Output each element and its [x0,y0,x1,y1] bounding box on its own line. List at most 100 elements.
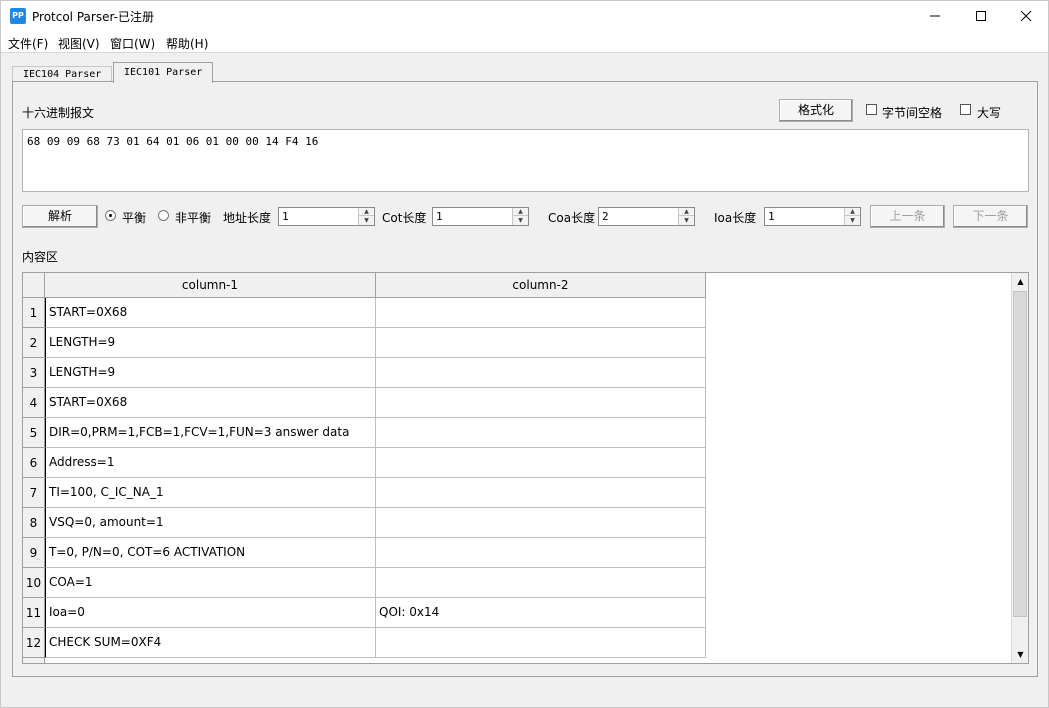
close-icon [1020,10,1032,22]
table-cell-column-2[interactable]: QOI: 0x14 [376,598,706,628]
scroll-down-icon[interactable]: ▼ [1012,646,1028,663]
app-window: PP Protcol Parser-已注册 文件(F) 视图(V) 窗口(W) … [0,0,1049,708]
menu-help[interactable]: 帮助(H) [166,35,208,52]
table-cell-column-1[interactable]: START=0X68 [45,388,376,418]
ioa-len-label: Ioa长度 [714,211,757,225]
coa-len-label: Coa长度 [548,211,596,225]
close-button[interactable] [1003,1,1049,31]
coa-len-spin-buttons: ▲ ▼ [678,208,694,225]
minimize-button[interactable] [912,1,958,31]
table-cell-column-1[interactable]: START=0X68 [45,298,376,328]
vertical-scrollbar[interactable]: ▲ ▼ [1011,273,1028,663]
row-header[interactable]: 4 [23,388,45,418]
row-header[interactable]: 5 [23,418,45,448]
menu-file[interactable]: 文件(F) [8,35,48,52]
row-header[interactable]: 6 [23,448,45,478]
row-header[interactable]: 11 [23,598,45,628]
table-corner [23,273,45,298]
hex-section-label: 十六进制报文 [22,106,95,120]
scroll-up-icon[interactable]: ▲ [1012,273,1028,290]
table-cell-column-1[interactable]: LENGTH=9 [45,358,376,388]
table-cell-column-2[interactable] [376,538,706,568]
column-header-1[interactable]: column-1 [45,273,376,298]
coa-len-value: 2 [602,210,609,223]
content-section-label: 内容区 [22,250,59,264]
table-cell-column-2[interactable] [376,568,706,598]
row-header[interactable]: 3 [23,358,45,388]
uppercase-label: 大写 [977,106,1002,120]
ioa-len-value: 1 [768,210,775,223]
cot-len-up-icon[interactable]: ▲ [513,208,528,216]
unbalanced-label: 非平衡 [175,211,212,225]
hex-message-input[interactable]: 68 09 09 68 73 01 64 01 06 01 00 00 14 F… [22,129,1029,192]
addr-len-spinbox[interactable]: 1 ▲ ▼ [278,207,375,226]
addr-len-down-icon[interactable]: ▼ [359,216,374,224]
title-bar: PP Protcol Parser-已注册 [1,1,1048,31]
ioa-len-spinbox[interactable]: 1 ▲ ▼ [764,207,861,226]
addr-len-up-icon[interactable]: ▲ [359,208,374,216]
format-button[interactable]: 格式化 [779,99,853,122]
tab-iec101-parser[interactable]: IEC101 Parser [113,62,214,83]
row-header[interactable]: 10 [23,568,45,598]
cot-len-down-icon[interactable]: ▼ [513,216,528,224]
table-cell-column-2[interactable] [376,388,706,418]
minimize-icon [930,15,940,17]
table-cell-column-2[interactable] [376,448,706,478]
table-cell-column-2[interactable] [376,628,706,658]
row-header[interactable]: 12 [23,628,45,658]
balanced-label: 平衡 [122,211,147,225]
row-header[interactable]: 8 [23,508,45,538]
addr-len-spin-buttons: ▲ ▼ [358,208,374,225]
menu-view[interactable]: 视图(V) [58,35,100,52]
table-cell-column-2[interactable] [376,358,706,388]
maximize-icon [976,11,986,21]
column-header-2[interactable]: column-2 [376,273,706,298]
ioa-len-down-icon[interactable]: ▼ [845,216,860,224]
row-header-partial [23,658,45,663]
cot-len-label: Cot长度 [382,211,427,225]
table-cell-column-1[interactable]: Address=1 [45,448,376,478]
row-header[interactable]: 1 [23,298,45,328]
table-cell-column-1[interactable]: Ioa=0 [45,598,376,628]
row-header[interactable]: 9 [23,538,45,568]
ioa-len-spin-buttons: ▲ ▼ [844,208,860,225]
table-cell-column-1[interactable]: T=0, P/N=0, COT=6 ACTIVATION [45,538,376,568]
table-cell-column-1[interactable]: TI=100, C_IC_NA_1 [45,478,376,508]
table-cell-column-1[interactable]: CHECK SUM=0XF4 [45,628,376,658]
parse-button[interactable]: 解析 [22,205,98,228]
table-cell-column-2[interactable] [376,328,706,358]
row-header[interactable]: 7 [23,478,45,508]
app-logo-icon: PP [10,8,26,24]
byte-space-checkbox[interactable] [866,104,877,115]
cot-len-value: 1 [436,210,443,223]
addr-len-label: 地址长度 [223,211,272,225]
scroll-thumb[interactable] [1013,291,1027,617]
next-button[interactable]: 下一条 [953,205,1028,228]
coa-len-spinbox[interactable]: 2 ▲ ▼ [598,207,695,226]
table-cell-column-2[interactable] [376,478,706,508]
table-cell-column-1[interactable]: LENGTH=9 [45,328,376,358]
cot-len-spin-buttons: ▲ ▼ [512,208,528,225]
table-cell-column-2[interactable] [376,298,706,328]
menu-window[interactable]: 窗口(W) [110,35,155,52]
addr-len-value: 1 [282,210,289,223]
balanced-radio[interactable] [105,210,116,221]
ioa-len-up-icon[interactable]: ▲ [845,208,860,216]
menu-bar: 文件(F) 视图(V) 窗口(W) 帮助(H) [1,31,1048,53]
coa-len-up-icon[interactable]: ▲ [679,208,694,216]
table-cell-column-1[interactable]: COA=1 [45,568,376,598]
row-header[interactable]: 2 [23,328,45,358]
table-cell-column-1[interactable]: VSQ=0, amount=1 [45,508,376,538]
maximize-button[interactable] [958,1,1004,31]
table-cell-column-2[interactable] [376,508,706,538]
prev-button[interactable]: 上一条 [870,205,945,228]
byte-space-label: 字节间空格 [882,106,943,120]
table-cell-column-1[interactable]: DIR=0,PRM=1,FCB=1,FCV=1,FUN=3 answer dat… [45,418,376,448]
content-table: column-1 column-2 1 START=0X68 2 LENGTH=9 3 L… [22,272,1029,664]
window-title: Protcol Parser-已注册 [32,10,154,24]
uppercase-checkbox[interactable] [960,104,971,115]
cot-len-spinbox[interactable]: 1 ▲ ▼ [432,207,529,226]
unbalanced-radio[interactable] [158,210,169,221]
table-cell-column-2[interactable] [376,418,706,448]
coa-len-down-icon[interactable]: ▼ [679,216,694,224]
